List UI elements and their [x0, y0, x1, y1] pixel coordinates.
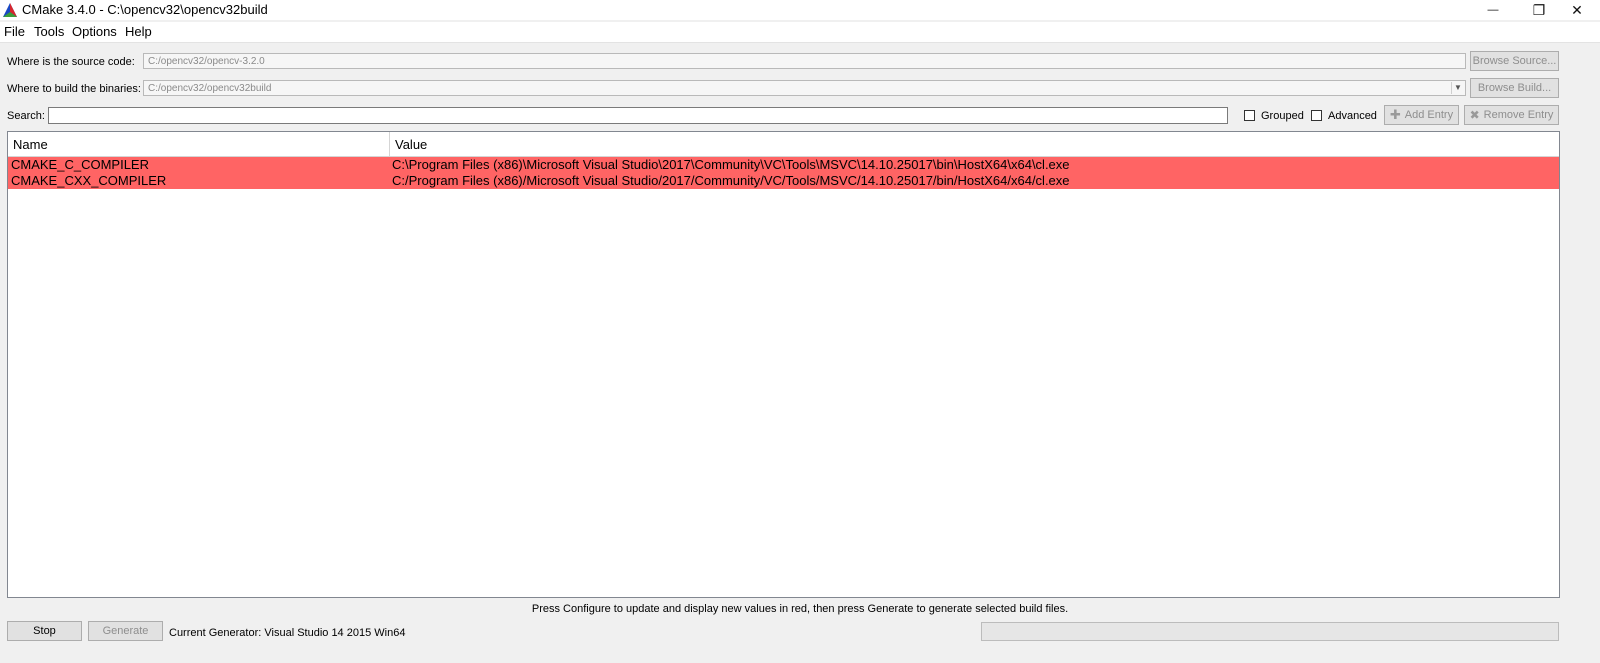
title-bar: CMake 3.4.0 - C:\opencv32\opencv32build … [0, 0, 1600, 20]
menu-tools[interactable]: Tools [34, 24, 64, 40]
cmake-logo-icon [3, 3, 17, 17]
progress-bar [981, 622, 1559, 641]
current-generator-label: Current Generator: Visual Studio 14 2015… [169, 627, 406, 639]
chevron-down-icon[interactable]: ▼ [1451, 82, 1464, 94]
row-value: C:\Program Files (x86)\Microsoft Visual … [392, 157, 1070, 172]
close-icon: ✕ [1571, 1, 1583, 18]
source-label: Where is the source code: [7, 56, 135, 68]
table-header: Name Value [8, 132, 1559, 157]
menu-options[interactable]: Options [72, 24, 117, 40]
table-row[interactable]: CMAKE_CXX_COMPILER C:/Program Files (x86… [8, 173, 1559, 189]
row-name: CMAKE_CXX_COMPILER [11, 173, 167, 188]
browse-source-button[interactable]: Browse Source... [1470, 51, 1559, 71]
row-name: CMAKE_C_COMPILER [11, 157, 149, 172]
configure-hint: Press Configure to update and display ne… [531, 603, 1069, 615]
add-entry-label: Add Entry [1404, 109, 1454, 121]
source-path-field[interactable]: C:/opencv32/opencv-3.2.0 [143, 53, 1466, 69]
grouped-label: Grouped [1261, 110, 1304, 122]
column-header-name[interactable]: Name [8, 132, 389, 156]
search-label: Search: [7, 110, 45, 122]
minimize-button[interactable]: — [1470, 0, 1516, 20]
grouped-checkbox[interactable] [1244, 110, 1255, 121]
build-label: Where to build the binaries: [7, 83, 141, 95]
restore-icon: ❐ [1532, 1, 1546, 18]
remove-entry-label: Remove Entry [1483, 109, 1554, 121]
stop-button[interactable]: Stop [7, 621, 82, 641]
menu-bar: File Tools Options Help [0, 22, 1600, 43]
search-input[interactable] [48, 107, 1228, 124]
build-path-value: C:/opencv32/opencv32build [148, 83, 272, 94]
cache-table[interactable]: Name Value CMAKE_C_COMPILER C:\Program F… [7, 131, 1560, 598]
generate-button[interactable]: Generate [88, 621, 163, 641]
browse-build-button[interactable]: Browse Build... [1470, 78, 1559, 98]
table-row[interactable]: CMAKE_C_COMPILER C:\Program Files (x86)\… [8, 157, 1559, 173]
add-entry-button[interactable]: ✚ Add Entry [1384, 105, 1459, 125]
minimize-icon: — [1487, 4, 1499, 16]
advanced-label: Advanced [1328, 110, 1377, 122]
plus-icon: ✚ [1389, 107, 1401, 122]
menu-help[interactable]: Help [125, 24, 152, 40]
remove-icon: ✖ [1469, 108, 1480, 122]
advanced-checkbox[interactable] [1311, 110, 1322, 121]
row-value: C:/Program Files (x86)/Microsoft Visual … [392, 173, 1070, 188]
column-header-value[interactable]: Value [390, 132, 427, 156]
build-path-combo[interactable]: C:/opencv32/opencv32build ▼ [143, 80, 1466, 96]
close-button[interactable]: ✕ [1554, 0, 1600, 20]
remove-entry-button[interactable]: ✖ Remove Entry [1464, 105, 1559, 125]
menu-file[interactable]: File [4, 24, 25, 40]
window-title: CMake 3.4.0 - C:\opencv32\opencv32build [22, 2, 268, 17]
